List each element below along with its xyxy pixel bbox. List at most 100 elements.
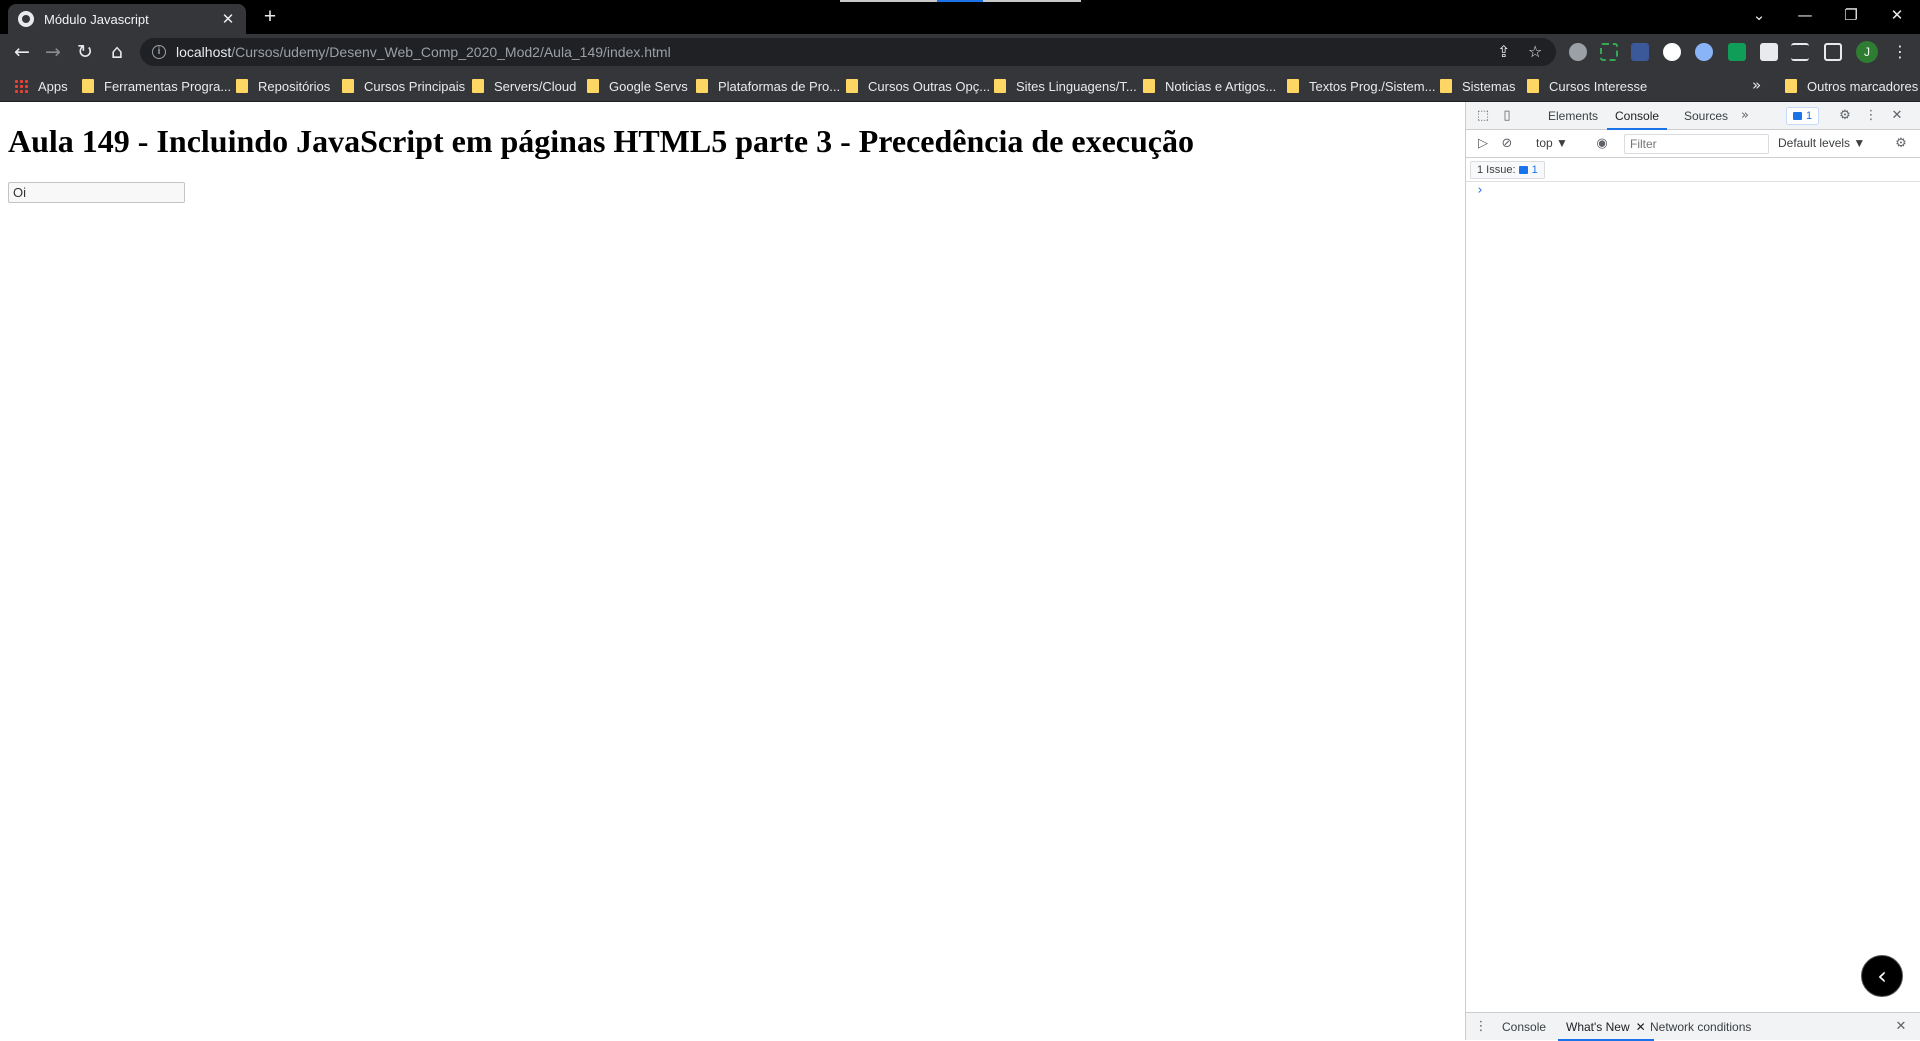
log-levels-dropdown[interactable]: Default levels ▼ bbox=[1778, 136, 1865, 150]
bookmark-folder[interactable]: Sistemas bbox=[1440, 77, 1515, 95]
new-tab-button[interactable]: + bbox=[258, 6, 282, 30]
folder-icon bbox=[994, 79, 1006, 93]
address-bar[interactable]: i localhost /Cursos/udemy/Desenv_Web_Com… bbox=[140, 38, 1556, 66]
drawer-tab-whats-new[interactable]: What's New ✕ bbox=[1558, 1013, 1654, 1041]
bookmark-other[interactable]: Outros marcadores bbox=[1785, 77, 1918, 95]
drawer-close-icon[interactable]: ✕ bbox=[1892, 1018, 1910, 1036]
bookmark-label: Ferramentas Progra... bbox=[104, 78, 232, 94]
extension-screenshot-icon[interactable] bbox=[1600, 43, 1618, 61]
bookmark-folder[interactable]: Cursos Principais bbox=[342, 77, 465, 95]
extensions-puzzle-icon[interactable] bbox=[1760, 43, 1778, 61]
issues-row: 1 Issue: 1 bbox=[1466, 158, 1920, 182]
globe-icon bbox=[18, 11, 34, 27]
text-input[interactable] bbox=[8, 182, 185, 203]
top-decoration bbox=[840, 0, 937, 2]
devtools-menu-icon[interactable]: ⋮ bbox=[1862, 107, 1880, 125]
share-icon[interactable]: ⇪ bbox=[1497, 42, 1510, 62]
context-selector[interactable]: top ▼ bbox=[1536, 136, 1568, 150]
extension-green-icon[interactable] bbox=[1728, 43, 1746, 61]
bookmark-label: Outros marcadores bbox=[1807, 78, 1919, 94]
issues-badge-count: 1 bbox=[1806, 110, 1813, 122]
folder-icon bbox=[342, 79, 354, 93]
bookmark-label: Plataformas de Pro... bbox=[718, 78, 841, 94]
device-toolbar-icon[interactable]: ▯ bbox=[1498, 107, 1516, 125]
tab-sources[interactable]: Sources bbox=[1676, 102, 1736, 130]
issues-button[interactable]: 1 Issue: 1 bbox=[1470, 161, 1545, 179]
profile-avatar[interactable]: J bbox=[1856, 41, 1878, 63]
top-decoration-2 bbox=[983, 0, 1081, 2]
extension-gear-icon[interactable] bbox=[1569, 43, 1587, 61]
bookmark-label: Google Servs bbox=[609, 78, 688, 94]
bookmark-folder[interactable]: Cursos Outras Opç... bbox=[846, 77, 990, 95]
bookmark-label: Sites Linguagens/T... bbox=[1016, 78, 1137, 94]
console-settings-icon[interactable]: ⚙ bbox=[1892, 135, 1910, 153]
tab-console[interactable]: Console bbox=[1607, 102, 1668, 130]
side-panel-icon[interactable] bbox=[1824, 43, 1842, 61]
browser-toolbar: ← → ↻ ⌂ i localhost /Cursos/udemy/Desenv… bbox=[0, 34, 1920, 70]
url-host: localhost bbox=[176, 44, 232, 60]
folder-icon bbox=[236, 79, 248, 93]
bookmark-label: Noticias e Artigos... bbox=[1165, 78, 1277, 94]
floating-collapse-button[interactable]: ‹ bbox=[1861, 955, 1903, 997]
devtools-panel: ⬚ ▯ Elements Console Sources » 1 ⚙ ⋮ ✕ ▷… bbox=[1465, 102, 1920, 1041]
folder-icon bbox=[1287, 79, 1299, 93]
extension-react-icon[interactable] bbox=[1695, 43, 1713, 61]
bookmark-folder[interactable]: Google Servs bbox=[587, 77, 688, 95]
devtools-drawer-tabbar: ⋮ Console What's New ✕ Network conditions… bbox=[1466, 1012, 1920, 1041]
tab-elements[interactable]: Elements bbox=[1540, 102, 1606, 130]
folder-icon bbox=[472, 79, 484, 93]
bookmark-folder[interactable]: Plataformas de Pro... bbox=[696, 77, 840, 95]
issues-badge[interactable]: 1 bbox=[1786, 107, 1820, 125]
reading-list-icon[interactable] bbox=[1791, 43, 1809, 61]
bookmark-folder[interactable]: Cursos Interesse bbox=[1527, 77, 1647, 95]
folder-icon bbox=[587, 79, 599, 93]
tab-search-icon[interactable]: ⌄ bbox=[1736, 0, 1782, 30]
minimize-button[interactable]: — bbox=[1782, 0, 1828, 30]
bookmark-label: Apps bbox=[38, 78, 68, 94]
bookmark-folder[interactable]: Servers/Cloud bbox=[472, 77, 576, 95]
drawer-tab-network-conditions[interactable]: Network conditions bbox=[1642, 1013, 1759, 1041]
restore-button[interactable]: ❐ bbox=[1828, 0, 1874, 30]
forward-button[interactable]: → bbox=[40, 40, 66, 64]
bookmark-star-icon[interactable]: ☆ bbox=[1528, 42, 1542, 62]
home-button[interactable]: ⌂ bbox=[104, 40, 130, 64]
clear-console-icon[interactable]: ⊘ bbox=[1498, 135, 1516, 153]
bookmark-apps[interactable]: Apps bbox=[14, 77, 68, 95]
folder-icon bbox=[1785, 79, 1797, 93]
issues-count: 1 bbox=[1531, 164, 1538, 176]
more-tabs-icon[interactable]: » bbox=[1736, 107, 1754, 125]
site-info-icon[interactable]: i bbox=[152, 45, 166, 59]
sidebar-toggle-icon[interactable]: ▷ bbox=[1474, 135, 1492, 153]
bookmark-folder[interactable]: Repositórios bbox=[236, 77, 330, 95]
bookmarks-more-icon[interactable]: » bbox=[1752, 76, 1761, 94]
bookmark-label: Repositórios bbox=[258, 78, 331, 94]
folder-icon bbox=[1527, 79, 1539, 93]
bookmarks-bar: Apps Ferramentas Progra... Repositórios … bbox=[0, 70, 1920, 102]
bookmark-folder[interactable]: Sites Linguagens/T... bbox=[994, 77, 1137, 95]
extension-circle-icon[interactable] bbox=[1663, 43, 1681, 61]
console-prompt[interactable]: › bbox=[1476, 183, 1484, 198]
extension-blue-icon[interactable] bbox=[1631, 43, 1649, 61]
devtools-tabbar: ⬚ ▯ Elements Console Sources » 1 ⚙ ⋮ ✕ bbox=[1466, 102, 1920, 130]
bookmark-folder[interactable]: Noticias e Artigos... bbox=[1143, 77, 1276, 95]
inspect-element-icon[interactable]: ⬚ bbox=[1474, 107, 1492, 125]
close-window-button[interactable]: ✕ bbox=[1874, 0, 1920, 30]
tab-title: Módulo Javascript bbox=[44, 11, 149, 27]
drawer-menu-icon[interactable]: ⋮ bbox=[1472, 1018, 1490, 1036]
bookmark-label: Cursos Principais bbox=[364, 78, 466, 94]
bookmark-folder[interactable]: Textos Prog./Sistem... bbox=[1287, 77, 1435, 95]
tab-close-icon[interactable]: ✕ bbox=[220, 10, 236, 28]
drawer-tab-console[interactable]: Console bbox=[1494, 1013, 1554, 1041]
browser-tab[interactable]: Módulo Javascript ✕ bbox=[8, 4, 246, 34]
devtools-close-icon[interactable]: ✕ bbox=[1888, 107, 1906, 125]
browser-menu-icon[interactable]: ⋮ bbox=[1892, 42, 1908, 62]
page-title: Aula 149 - Incluindo JavaScript em págin… bbox=[8, 123, 1194, 159]
console-filter-input[interactable] bbox=[1624, 134, 1769, 154]
reload-button[interactable]: ↻ bbox=[72, 40, 98, 64]
back-button[interactable]: ← bbox=[9, 40, 35, 64]
issues-label: 1 Issue: bbox=[1477, 164, 1516, 176]
eye-icon[interactable]: ◉ bbox=[1593, 135, 1611, 153]
drawer-tab-label: What's New bbox=[1566, 1020, 1630, 1034]
settings-gear-icon[interactable]: ⚙ bbox=[1836, 107, 1854, 125]
bookmark-folder[interactable]: Ferramentas Progra... bbox=[82, 77, 231, 95]
